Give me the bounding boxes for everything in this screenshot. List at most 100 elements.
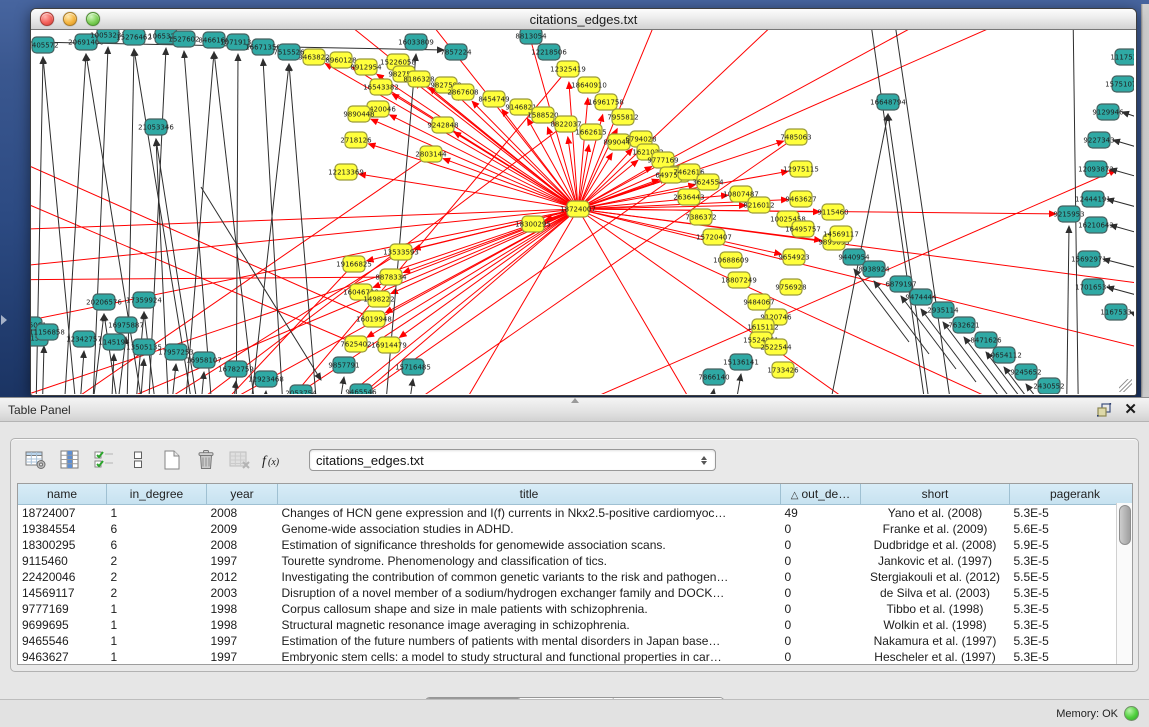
column-header-pagerank[interactable]: pagerank: [1010, 484, 1134, 505]
graph-node[interactable]: [378, 337, 400, 353]
graph-edge[interactable]: [1122, 112, 1134, 132]
graph-node[interactable]: [193, 352, 215, 368]
graph-node[interactable]: [252, 39, 274, 55]
graph-node[interactable]: [173, 31, 195, 47]
graph-node[interactable]: [783, 249, 805, 265]
graph-edge[interactable]: [228, 381, 236, 394]
graph-node[interactable]: [578, 77, 600, 93]
network-window[interactable]: citations_edges.txt 18724007183002959463…: [30, 8, 1137, 396]
graph-node[interactable]: [1085, 217, 1107, 233]
graph-node[interactable]: [690, 209, 712, 225]
network-canvas[interactable]: 1872400718300295946382289601288912954152…: [31, 30, 1134, 394]
graph-node[interactable]: [345, 132, 367, 148]
graph-node[interactable]: [790, 191, 812, 207]
graph-edge[interactable]: [289, 64, 321, 394]
graph-node[interactable]: [720, 252, 742, 268]
create-column-button[interactable]: [159, 447, 185, 473]
select-all-button[interactable]: [91, 447, 117, 473]
graph-node[interactable]: [728, 272, 750, 288]
graph-edge[interactable]: [390, 115, 578, 209]
graph-node[interactable]: [445, 44, 467, 60]
graph-edge[interactable]: [1110, 225, 1134, 245]
table-vertical-scrollbar[interactable]: [1116, 503, 1132, 664]
graph-node[interactable]: [555, 116, 577, 132]
graph-node[interactable]: [225, 361, 247, 377]
graph-node[interactable]: [567, 201, 589, 217]
column-header-name[interactable]: name: [18, 484, 107, 505]
column-header-title[interactable]: title: [278, 484, 781, 505]
graph-node[interactable]: [595, 94, 617, 110]
graph-node[interactable]: [612, 109, 634, 125]
graph-node[interactable]: [890, 276, 912, 292]
graph-edge[interactable]: [578, 30, 1031, 209]
graph-node[interactable]: [780, 279, 802, 295]
graph-node[interactable]: [133, 292, 155, 308]
graph-node[interactable]: [932, 302, 954, 318]
graph-node[interactable]: [36, 324, 58, 340]
graph-node[interactable]: [380, 269, 402, 285]
table-row[interactable]: 911546021997Tourette syndrome. Phenomeno…: [18, 553, 1133, 569]
graph-node[interactable]: [652, 152, 674, 168]
graph-node[interactable]: [255, 371, 277, 387]
graph-node[interactable]: [278, 44, 300, 60]
graph-node[interactable]: [765, 339, 787, 355]
graph-node[interactable]: [335, 164, 357, 180]
graph-node[interactable]: [532, 107, 554, 123]
graph-node[interactable]: [580, 124, 602, 140]
graph-node[interactable]: [748, 197, 770, 213]
graph-node[interactable]: [333, 357, 355, 373]
graph-node[interactable]: [73, 331, 95, 347]
table-row[interactable]: 2242004622012Investigating the contribut…: [18, 569, 1133, 585]
graph-node[interactable]: [123, 30, 145, 45]
graph-node[interactable]: [370, 79, 392, 95]
graph-node[interactable]: [697, 174, 719, 190]
graph-edge[interactable]: [196, 372, 204, 394]
table-row[interactable]: 977716911998Corpus callosum shape and si…: [18, 601, 1133, 617]
table-row[interactable]: 946362711997Embryonic stem cells: a mode…: [18, 649, 1133, 665]
delete-table-button[interactable]: [227, 447, 253, 473]
graph-node[interactable]: [520, 30, 542, 44]
table-row[interactable]: 1872400712008Changes of HCN gene express…: [18, 505, 1133, 522]
graph-node[interactable]: [790, 161, 812, 177]
graph-edge[interactable]: [31, 154, 431, 394]
function-builder-button[interactable]: f(x): [261, 447, 287, 473]
graph-node[interactable]: [730, 354, 752, 370]
graph-node[interactable]: [350, 384, 372, 394]
graph-edge[interactable]: [569, 82, 578, 209]
graph-node[interactable]: [115, 317, 137, 333]
graph-node[interactable]: [843, 249, 865, 265]
left-panel-collapse-arrow[interactable]: [1, 315, 7, 325]
graph-node[interactable]: [1038, 378, 1060, 394]
graph-node[interactable]: [363, 311, 385, 327]
table-selector-dropdown[interactable]: citations_edges.txt: [309, 449, 716, 471]
panel-divider-grip-icon[interactable]: [571, 398, 579, 403]
table-row[interactable]: 1830029562008Estimation of significance …: [18, 537, 1133, 553]
graph-node[interactable]: [345, 336, 367, 352]
graph-node[interactable]: [1015, 364, 1037, 380]
graph-node[interactable]: [1097, 104, 1119, 120]
column-header-short[interactable]: short: [861, 484, 1010, 505]
graph-node[interactable]: [145, 119, 167, 135]
column-header-out_de[interactable]: △out_de…: [781, 484, 861, 505]
graph-edge[interactable]: [578, 209, 1134, 360]
graph-edge[interactable]: [1113, 140, 1134, 160]
table-row[interactable]: 946554611997Estimation of the future num…: [18, 633, 1133, 649]
graph-edge[interactable]: [391, 209, 578, 294]
graph-node[interactable]: [1088, 132, 1110, 148]
graph-edge[interactable]: [261, 391, 266, 394]
delete-column-button[interactable]: [193, 447, 219, 473]
network-svg[interactable]: 1872400718300295946382289601288912954152…: [31, 30, 1134, 394]
graph-edge[interactable]: [359, 174, 578, 209]
graph-node[interactable]: [703, 369, 725, 385]
scrollbar-thumb[interactable]: [1119, 505, 1131, 545]
show-columns-button[interactable]: [57, 447, 83, 473]
network-window-titlebar[interactable]: citations_edges.txt: [31, 9, 1136, 30]
graph-node[interactable]: [402, 359, 424, 375]
graph-node[interactable]: [483, 91, 505, 107]
graph-node[interactable]: [303, 49, 325, 65]
close-panel-icon[interactable]: ✕: [1124, 402, 1137, 417]
graph-node[interactable]: [975, 332, 997, 348]
graph-edge[interactable]: [1107, 199, 1134, 219]
graph-node[interactable]: [203, 32, 225, 48]
graph-node[interactable]: [792, 221, 814, 237]
